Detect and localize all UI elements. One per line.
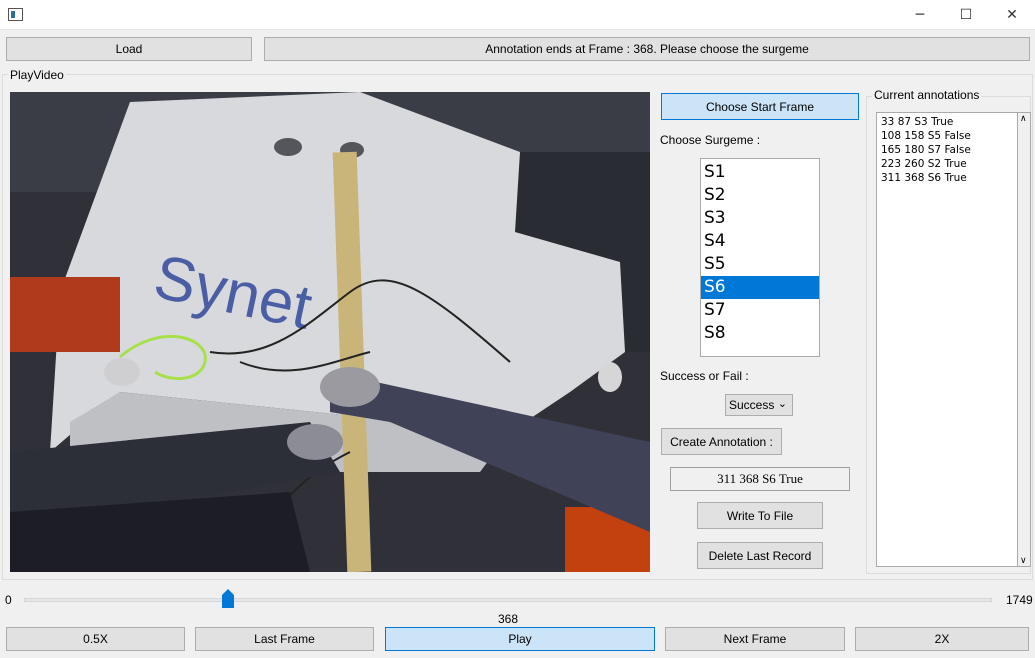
choose-start-frame-button[interactable]: Choose Start Frame bbox=[661, 93, 859, 120]
surgeme-item[interactable]: S7 bbox=[701, 299, 819, 322]
last-frame-button[interactable]: Last Frame bbox=[195, 627, 374, 651]
create-annotation-button[interactable]: Create Annotation : bbox=[661, 428, 782, 455]
video-frame: Synet bbox=[10, 92, 650, 572]
surgeme-list[interactable]: S1 S2 S3 S4 S5 S6 S7 S8 bbox=[700, 158, 820, 357]
slider-min-label: 0 bbox=[5, 593, 12, 607]
success-fail-select[interactable]: Success ⌄ bbox=[725, 394, 793, 416]
success-fail-value: Success bbox=[729, 398, 775, 412]
maximize-icon[interactable]: ☐ bbox=[943, 0, 989, 30]
surgeme-item[interactable]: S4 bbox=[701, 230, 819, 253]
minimize-icon[interactable]: ─ bbox=[897, 0, 943, 30]
frame-slider-handle[interactable] bbox=[221, 589, 234, 608]
success-or-fail-label: Success or Fail : bbox=[660, 369, 749, 383]
scroll-down-icon[interactable]: ∨ bbox=[1020, 555, 1027, 566]
delete-last-record-button[interactable]: Delete Last Record bbox=[697, 542, 823, 569]
next-frame-button[interactable]: Next Frame bbox=[665, 627, 845, 651]
chevron-down-icon: ⌄ bbox=[777, 398, 787, 410]
annotations-scrollbar[interactable]: ∧ ∨ bbox=[1018, 112, 1031, 567]
scroll-up-icon[interactable]: ∧ bbox=[1020, 113, 1027, 124]
surgeme-item[interactable]: S5 bbox=[701, 253, 819, 276]
slider-max-label: 1749 bbox=[1006, 593, 1033, 607]
surgeme-item-selected[interactable]: S6 bbox=[701, 276, 819, 299]
annotation-item[interactable]: 223 260 S2 True bbox=[881, 157, 1013, 171]
status-message: Annotation ends at Frame : 368. Please c… bbox=[264, 37, 1030, 61]
annotation-item[interactable]: 33 87 S3 True bbox=[881, 115, 1013, 129]
surgeme-item[interactable]: S3 bbox=[701, 207, 819, 230]
choose-surgeme-label: Choose Surgeme : bbox=[660, 133, 761, 147]
surgeme-item[interactable]: S8 bbox=[701, 322, 819, 345]
write-to-file-button[interactable]: Write To File bbox=[697, 502, 823, 529]
surgeme-item[interactable]: S2 bbox=[701, 184, 819, 207]
title-bar: ─ ☐ ✕ bbox=[0, 0, 1035, 30]
surgeme-item[interactable]: S1 bbox=[701, 161, 819, 184]
half-speed-button[interactable]: 0.5X bbox=[6, 627, 185, 651]
annotation-item[interactable]: 108 158 S5 False bbox=[881, 129, 1013, 143]
frame-slider-track[interactable] bbox=[24, 598, 992, 602]
double-speed-button[interactable]: 2X bbox=[855, 627, 1029, 651]
surgical-video-image: Synet bbox=[10, 92, 650, 572]
play-button[interactable]: Play bbox=[385, 627, 655, 651]
playvideo-group-label: PlayVideo bbox=[8, 68, 66, 82]
current-frame-label: 368 bbox=[498, 612, 519, 626]
current-annotations-label: Current annotations bbox=[872, 88, 982, 102]
load-button[interactable]: Load bbox=[6, 37, 252, 61]
annotations-list[interactable]: 33 87 S3 True 108 158 S5 False 165 180 S… bbox=[876, 112, 1018, 567]
app-icon bbox=[8, 8, 23, 21]
close-icon[interactable]: ✕ bbox=[989, 0, 1035, 30]
annotation-item[interactable]: 165 180 S7 False bbox=[881, 143, 1013, 157]
annotation-item[interactable]: 311 368 S6 True bbox=[881, 171, 1013, 185]
annotation-field[interactable]: 311 368 S6 True bbox=[670, 467, 850, 491]
